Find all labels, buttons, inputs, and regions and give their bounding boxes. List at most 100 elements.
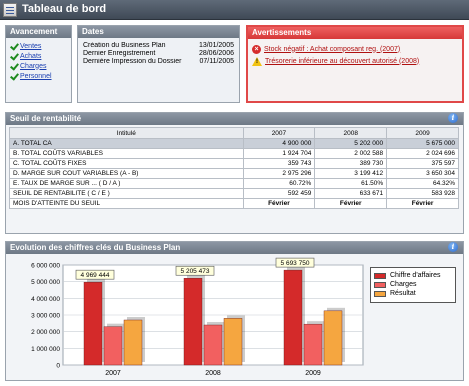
row-label: B. TOTAL COÛTS VARIABLES xyxy=(9,148,244,159)
cell-value: 375 597 xyxy=(386,158,459,169)
date-value: 28/06/2006 xyxy=(198,50,234,57)
avertissements-panel: Avertissements × Stock négatif : Achat c… xyxy=(246,25,464,103)
cell-value: 5 202 000 xyxy=(314,138,388,149)
chart-title: Evolution des chiffres clés du Business … xyxy=(6,242,463,254)
title-bar: Tableau de bord xyxy=(0,0,469,20)
legend-swatch xyxy=(374,281,386,288)
legend-item-ca: Chiffre d'affaires xyxy=(374,271,452,280)
date-label: Dernier Enregistrement xyxy=(83,50,156,57)
chart-legend: Chiffre d'affaires Charges Résultat xyxy=(370,267,456,303)
row-label: SEUIL DE RENTABILITE ( C / E ) xyxy=(9,188,244,199)
data-label: 5 693 750 xyxy=(281,260,310,267)
cell-value: 2 975 296 xyxy=(242,168,316,179)
cell-value: 3 199 412 xyxy=(314,168,388,179)
bar-charges xyxy=(103,326,123,366)
warning-item-stock: × Stock négatif : Achat composant reg. (… xyxy=(252,43,458,55)
legend-label: Charges xyxy=(390,281,417,288)
dates-title: Dates xyxy=(78,26,239,38)
cell-value: 583 928 xyxy=(386,188,459,199)
date-label: Création du Business Plan xyxy=(83,42,166,49)
table-row: A. TOTAL CA 4 900 000 5 202 000 5 675 00… xyxy=(9,138,459,149)
row-label: MOIS D'ATTEINTE DU SEUIL xyxy=(9,198,244,209)
cell-value: 2 024 696 xyxy=(386,148,459,159)
y-tick-label: 3 000 000 xyxy=(31,313,60,320)
bar-charges xyxy=(303,323,323,366)
cell-value: 3 650 304 xyxy=(386,168,459,179)
window-title: Tableau de bord xyxy=(22,3,107,15)
column-header: 2009 xyxy=(386,127,459,139)
check-icon xyxy=(9,62,18,71)
cell-value: 1 924 704 xyxy=(242,148,316,159)
avertissements-title: Avertissements xyxy=(248,27,462,39)
warning-item-tresorerie: ! Trésorerie inférieure au découvert aut… xyxy=(252,55,458,67)
x-tick-label: 2008 xyxy=(205,370,221,377)
info-icon[interactable]: i xyxy=(448,242,458,252)
avancement-item-achats: Achats xyxy=(9,51,68,61)
column-header: 2008 xyxy=(314,127,388,139)
date-row-last-print: Dernière Impression du Dossier 07/11/200… xyxy=(83,58,234,66)
bar-charges xyxy=(203,324,223,366)
date-row-creation: Création du Business Plan 13/01/2005 xyxy=(83,42,234,50)
cell-value: 4 900 000 xyxy=(242,138,316,149)
seuil-title: Seuil de rentabilité xyxy=(6,113,463,125)
cell-value: Février xyxy=(386,198,459,209)
check-icon xyxy=(9,72,18,81)
row-label: E. TAUX DE MARGE SUR ... ( D / A ) xyxy=(9,178,244,189)
table-row: E. TAUX DE MARGE SUR ... ( D / A ) 60.72… xyxy=(9,178,459,189)
cell-value: Février xyxy=(314,198,388,209)
row-label: A. TOTAL CA xyxy=(9,138,244,149)
x-tick-label: 2009 xyxy=(305,370,321,377)
data-label: 5 205 473 xyxy=(181,268,210,275)
date-label: Dernière Impression du Dossier xyxy=(83,58,182,65)
cell-value: 5 675 000 xyxy=(386,138,459,149)
legend-swatch xyxy=(374,290,386,297)
column-header: Intitulé xyxy=(9,127,244,139)
y-tick-label: 5 000 000 xyxy=(31,279,60,286)
dashboard-icon xyxy=(3,3,17,17)
bar-resultat xyxy=(123,319,143,366)
column-header: 2007 xyxy=(242,127,316,139)
info-icon[interactable]: i xyxy=(448,113,458,123)
y-tick-label: 1 000 000 xyxy=(31,346,60,353)
warning-icon: ! xyxy=(252,56,262,66)
charges-link[interactable]: Charges xyxy=(20,63,46,70)
bar-ca xyxy=(283,269,303,366)
date-row-last-save: Dernier Enregistrement 28/06/2006 xyxy=(83,50,234,58)
achats-link[interactable]: Achats xyxy=(20,53,41,60)
row-label: C. TOTAL COÛTS FIXES xyxy=(9,158,244,169)
cell-value: 60.72% xyxy=(242,178,316,189)
y-tick-label: 4 000 000 xyxy=(31,296,60,303)
error-icon: × xyxy=(252,44,261,54)
check-icon xyxy=(9,42,18,51)
bar-ca xyxy=(183,278,203,366)
table-row: B. TOTAL COÛTS VARIABLES 1 924 704 2 002… xyxy=(9,148,459,159)
y-tick-label: 0 xyxy=(56,363,60,370)
y-tick-label: 6 000 000 xyxy=(31,263,60,270)
cell-value: 389 730 xyxy=(314,158,388,169)
cell-value: 61.50% xyxy=(314,178,388,189)
personnel-link[interactable]: Personnel xyxy=(20,73,52,80)
ventes-link[interactable]: Ventes xyxy=(20,43,41,50)
bar-chart: 0 1 000 000 2 000 000 3 000 000 4 000 000 5 0… xyxy=(31,257,364,377)
data-label: 4 969 444 xyxy=(81,272,110,279)
dates-panel: Dates Création du Business Plan 13/01/20… xyxy=(77,25,240,103)
x-tick-label: 2007 xyxy=(105,370,121,377)
table-row: MOIS D'ATTEINTE DU SEUIL Février Février… xyxy=(9,198,459,209)
bar-resultat xyxy=(323,310,343,366)
legend-item-resultat: Résultat xyxy=(374,289,452,298)
table-row: SEUIL DE RENTABILITE ( C / E ) 592 459 6… xyxy=(9,188,459,199)
date-value: 07/11/2005 xyxy=(199,58,234,65)
cell-value: 2 002 588 xyxy=(314,148,388,159)
avancement-panel: Avancement Ventes Achats Charges Personn… xyxy=(5,25,72,103)
legend-label: Résultat xyxy=(390,290,416,297)
avancement-item-personnel: Personnel xyxy=(9,71,68,81)
bar-ca xyxy=(83,281,103,366)
stock-warning-link[interactable]: Stock négatif : Achat composant reg. (20… xyxy=(264,46,400,53)
legend-item-charges: Charges xyxy=(374,280,452,289)
y-tick-label: 2 000 000 xyxy=(31,329,60,336)
table-header-row: Intitulé 2007 2008 2009 xyxy=(9,127,459,139)
tresorerie-warning-link[interactable]: Trésorerie inférieure au découvert autor… xyxy=(265,58,419,65)
avancement-item-ventes: Ventes xyxy=(9,41,68,51)
legend-label: Chiffre d'affaires xyxy=(390,272,441,279)
table-row: D. MARGE SUR COUT VARIABLES (A - B) 2 97… xyxy=(9,168,459,179)
